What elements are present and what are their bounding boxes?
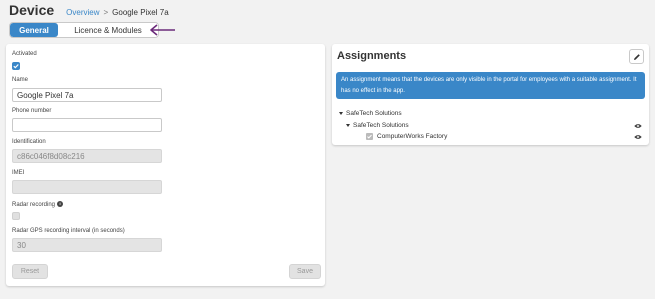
tree-checkbox[interactable] [366,133,373,140]
pencil-icon [633,53,640,60]
tree-node-label: SafeTech Solutions [346,110,402,117]
imei-input [12,180,162,194]
phone-input[interactable] [12,118,162,132]
annotation-arrow-icon [150,24,175,36]
eye-icon[interactable] [634,123,642,129]
tab-licence-modules[interactable]: Licence & Modules [58,23,158,37]
caret-down-icon[interactable] [339,112,343,115]
identification-label: Identification [12,139,46,145]
reset-button[interactable]: Reset [12,264,48,279]
radar-interval-label: Radar GPS recording interval (in seconds… [12,228,125,234]
activated-checkbox[interactable] [12,62,20,70]
radar-recording-label: Radar recording [12,202,56,208]
tree-node-leaf[interactable]: ComputerWorks Factory [366,133,447,140]
general-panel: Activated Name Google Pixel 7a Phone num… [6,44,325,286]
name-label: Name [12,77,29,83]
breadcrumb-current: Google Pixel 7a [112,8,169,17]
breadcrumb-separator: > [103,8,109,17]
assignments-title: Assignments [337,50,407,62]
eye-icon[interactable] [634,134,642,140]
tab-bar: General Licence & Modules [9,22,159,38]
phone-label: Phone number [12,108,52,114]
radar-interval-input: 30 [12,238,162,252]
radar-recording-label-row: Radar recording i [12,201,64,208]
save-button[interactable]: Save [289,264,321,279]
edit-assignments-button[interactable] [629,49,644,64]
page-header: Device Overview > Google Pixel 7a [9,2,169,20]
tree-node-label: SafeTech Solutions [353,122,409,129]
assignment-notice: An assignment means that the devices are… [336,72,645,99]
info-icon[interactable]: i [57,201,64,207]
tree-node-root[interactable]: SafeTech Solutions [339,110,402,117]
assignments-panel: Assignments An assignment means that the… [332,44,649,145]
check-icon [367,134,372,139]
breadcrumb-overview-link[interactable]: Overview [66,8,99,17]
tab-general[interactable]: General [10,23,58,37]
radar-recording-checkbox [12,212,20,220]
imei-label: IMEI [12,170,25,176]
caret-down-icon[interactable] [346,124,350,127]
identification-input: c86c046f8d08c216 [12,149,162,163]
check-icon [13,64,19,69]
name-input[interactable]: Google Pixel 7a [12,88,162,102]
activated-label: Activated [12,51,37,57]
tree-node-child[interactable]: SafeTech Solutions [346,122,649,129]
tree-node-label: ComputerWorks Factory [377,133,448,140]
page-title: Device [9,2,55,18]
